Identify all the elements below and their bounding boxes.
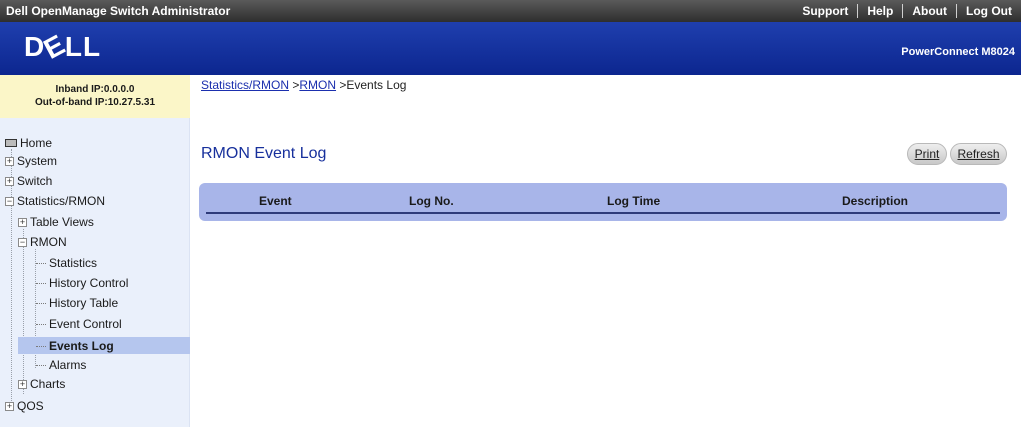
expand-icon[interactable]: + bbox=[18, 217, 27, 227]
nav-history-control[interactable]: History Control bbox=[36, 274, 128, 292]
column-header-log-time: Log Time bbox=[607, 194, 661, 208]
nav-statistics-label: Statistics bbox=[49, 256, 98, 270]
breadcrumb-statistics-rmon[interactable]: Statistics/RMON bbox=[201, 78, 289, 92]
nav-events-log-label: Events Log bbox=[49, 339, 114, 353]
nav-charts-label: Charts bbox=[30, 377, 66, 391]
nav-home-label: Home bbox=[20, 136, 53, 150]
nav-rmon[interactable]: − RMON bbox=[18, 233, 67, 251]
refresh-button[interactable]: Refresh bbox=[950, 143, 1007, 165]
collapse-icon[interactable]: − bbox=[5, 196, 14, 206]
brand-banner: DELL PowerConnect M8024 bbox=[0, 22, 1021, 75]
inband-ip: Inband IP:0.0.0.0 bbox=[55, 84, 135, 95]
about-link[interactable]: About bbox=[903, 4, 956, 18]
nav-event-control[interactable]: Event Control bbox=[36, 315, 122, 333]
nav-switch-label: Switch bbox=[17, 174, 53, 188]
print-button[interactable]: Print bbox=[907, 143, 947, 165]
nav-qos[interactable]: + QOS bbox=[5, 397, 44, 415]
breadcrumb-current: Events Log bbox=[346, 78, 407, 92]
breadcrumb-separator: > bbox=[289, 78, 300, 92]
tree-connector bbox=[36, 302, 46, 304]
nav-table-views-label: Table Views bbox=[30, 215, 94, 229]
support-link[interactable]: Support bbox=[793, 4, 857, 18]
logout-link[interactable]: Log Out bbox=[957, 4, 1021, 18]
nav-statistics-rmon[interactable]: − Statistics/RMON bbox=[5, 192, 105, 210]
nav-table-views[interactable]: + Table Views bbox=[18, 213, 94, 231]
home-icon bbox=[5, 139, 17, 147]
breadcrumb-separator: > bbox=[336, 78, 347, 92]
nav-statistics[interactable]: Statistics bbox=[36, 254, 97, 272]
tree-connector bbox=[36, 282, 46, 284]
nav-alarms-label: Alarms bbox=[49, 358, 87, 372]
nav-alarms[interactable]: Alarms bbox=[36, 356, 86, 374]
header-underline bbox=[206, 212, 1000, 214]
dell-logo: DELL bbox=[24, 28, 102, 65]
tree-connector bbox=[36, 345, 46, 347]
nav-history-control-label: History Control bbox=[49, 276, 129, 290]
top-menu-bar: Dell OpenManage Switch Administrator Sup… bbox=[0, 0, 1021, 22]
nav-rmon-label: RMON bbox=[30, 235, 67, 249]
collapse-icon[interactable]: − bbox=[18, 237, 27, 247]
tree-connector bbox=[36, 262, 46, 264]
expand-icon[interactable]: + bbox=[5, 401, 14, 411]
nav-tree: Home + System + Switch − Statistics/RMON + T… bbox=[0, 118, 190, 427]
event-log-table-header: Event Log No. Log Time Description bbox=[199, 183, 1007, 221]
expand-icon[interactable]: + bbox=[5, 156, 14, 166]
nav-system-label: System bbox=[17, 154, 58, 168]
column-header-event: Event bbox=[259, 194, 292, 208]
nav-system[interactable]: + System bbox=[5, 152, 57, 170]
page-title: RMON Event Log bbox=[201, 145, 327, 162]
nav-statistics-rmon-label: Statistics/RMON bbox=[17, 194, 106, 208]
column-header-description: Description bbox=[842, 194, 909, 208]
breadcrumb-rmon[interactable]: RMON bbox=[299, 78, 336, 92]
app-title: Dell OpenManage Switch Administrator bbox=[6, 4, 231, 18]
breadcrumb: Statistics/RMON >RMON >Events Log bbox=[201, 78, 406, 92]
nav-qos-label: QOS bbox=[17, 399, 44, 413]
expand-icon[interactable]: + bbox=[5, 176, 14, 186]
help-link[interactable]: Help bbox=[858, 4, 902, 18]
outofband-ip: Out-of-band IP:10.27.5.31 bbox=[34, 97, 156, 108]
nav-home[interactable]: Home bbox=[5, 134, 52, 152]
nav-history-table-label: History Table bbox=[49, 296, 119, 310]
nav-switch[interactable]: + Switch bbox=[5, 172, 52, 190]
nav-event-control-label: Event Control bbox=[49, 317, 122, 331]
device-model: PowerConnect M8024 bbox=[901, 46, 1015, 58]
nav-events-log[interactable]: Events Log bbox=[36, 337, 114, 355]
nav-charts[interactable]: + Charts bbox=[18, 375, 65, 393]
logo-letters-ll: LL bbox=[64, 31, 102, 62]
tree-guide-line bbox=[23, 229, 24, 394]
nav-history-table[interactable]: History Table bbox=[36, 294, 118, 312]
tree-connector bbox=[36, 364, 46, 366]
ip-info-box: Inband IP:0.0.0.0 Out-of-band IP:10.27.5… bbox=[0, 75, 190, 118]
top-links: Support Help About Log Out bbox=[793, 0, 1021, 22]
column-header-log-no: Log No. bbox=[409, 194, 454, 208]
tree-connector bbox=[36, 323, 46, 325]
expand-icon[interactable]: + bbox=[18, 379, 27, 389]
